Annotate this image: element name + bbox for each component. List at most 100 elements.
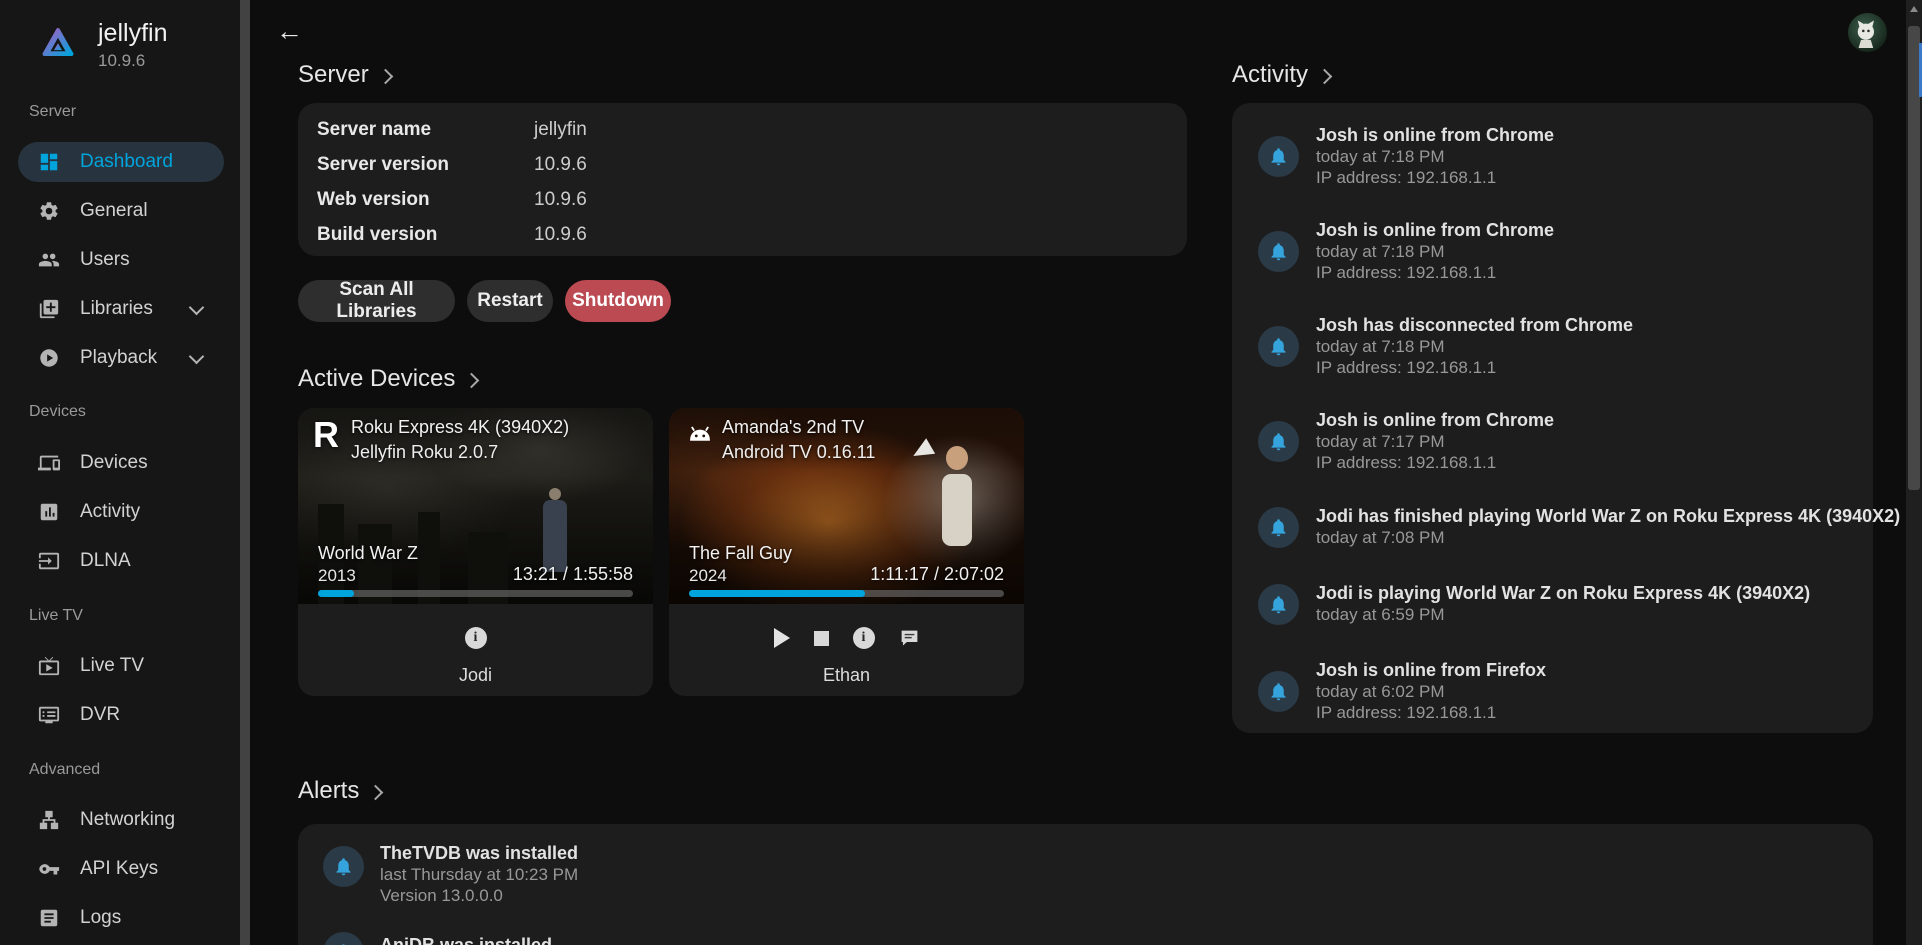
sidebar-scrollbar[interactable] — [240, 0, 250, 945]
alert-entry-title: TheTVDB was installed — [380, 842, 940, 864]
sidebar-item-label: Live TV — [80, 655, 144, 677]
web-version-value: 10.9.6 — [534, 189, 587, 211]
bell-icon — [1258, 231, 1299, 272]
sidebar-item-logs[interactable]: Logs — [18, 898, 224, 938]
server-info-card: Server name jellyfin Server version 10.9… — [298, 103, 1187, 256]
activity-entry-time: today at 7:08 PM — [1316, 527, 1876, 548]
activity-entry-ip: IP address: 192.168.1.1 — [1316, 167, 1876, 188]
alerts-heading[interactable]: Alerts — [298, 777, 381, 805]
media-title: World War Z — [318, 543, 418, 564]
info-icon[interactable]: i — [853, 627, 875, 649]
session-card-roku[interactable]: R Roku Express 4K (3940X2) Jellyfin Roku… — [298, 408, 653, 696]
build-version-value: 10.9.6 — [534, 224, 587, 246]
user-avatar[interactable] — [1848, 13, 1887, 52]
sidebar-item-networking[interactable]: Networking — [18, 800, 224, 840]
chevron-down-icon — [189, 348, 205, 364]
sidebar-item-activity[interactable]: Activity — [18, 492, 224, 532]
nav-section-advanced: Advanced — [29, 761, 100, 779]
scan-all-libraries-button[interactable]: Scan All Libraries — [298, 280, 455, 322]
sidebar-item-playback[interactable]: Playback — [18, 338, 224, 378]
device-name: Amanda's 2nd TV — [722, 417, 864, 438]
nav-section-livetv: Live TV — [29, 607, 83, 625]
sidebar-item-general[interactable]: General — [18, 191, 224, 231]
scrollbar-up-arrow-icon[interactable] — [1910, 6, 1918, 12]
megaphone-shape — [909, 438, 935, 464]
sidebar-item-label: API Keys — [80, 858, 158, 880]
jellyfin-dashboard: jellyfin 10.9.6 Server Dashboard General… — [0, 0, 1922, 945]
sidebar-item-label: Libraries — [80, 298, 153, 320]
activity-entry-time: today at 7:18 PM — [1316, 146, 1876, 167]
activity-entry-ip: IP address: 192.168.1.1 — [1316, 357, 1876, 378]
server-version-label: Server version — [317, 154, 449, 176]
sidebar-item-label: Playback — [80, 347, 157, 369]
activity-entry: Josh is online from Chrome today at 7:18… — [1316, 124, 1876, 188]
server-section-heading[interactable]: Server — [298, 61, 391, 89]
chevron-right-icon — [377, 69, 393, 85]
activity-entry-title: Josh is online from Firefox — [1316, 659, 1876, 681]
sidebar-item-dvr[interactable]: DVR — [18, 695, 224, 735]
alert-entry-time: last Thursday at 10:23 PM — [380, 864, 940, 885]
users-icon — [37, 248, 61, 272]
alert-entry-detail: Version 13.0.0.0 — [380, 885, 940, 906]
network-icon — [37, 808, 61, 832]
activity-entry: Josh is online from Firefox today at 6:0… — [1316, 659, 1876, 723]
activity-entry: Jodi has finished playing World War Z on… — [1316, 505, 1876, 548]
sidebar-item-devices[interactable]: Devices — [18, 443, 224, 483]
sidebar-item-live-tv[interactable]: Live TV — [18, 646, 224, 686]
back-button[interactable]: ← — [276, 16, 303, 47]
active-devices-title: Active Devices — [298, 365, 455, 393]
media-year: 2013 — [318, 566, 356, 586]
key-icon — [37, 857, 61, 881]
sidebar-item-libraries[interactable]: Libraries — [18, 289, 224, 329]
activity-entry-title: Josh has disconnected from Chrome — [1316, 314, 1876, 336]
stop-icon[interactable] — [814, 631, 829, 646]
sidebar-item-dashboard[interactable]: Dashboard — [18, 142, 224, 182]
activity-entry-time: today at 7:18 PM — [1316, 336, 1876, 357]
app-title: jellyfin — [98, 18, 167, 48]
media-backdrop-the-fall-guy: Amanda's 2nd TV Android TV 0.16.11 The F… — [669, 408, 1024, 604]
sidebar-item-label: Activity — [80, 501, 140, 523]
sidebar-item-label: General — [80, 200, 148, 222]
dvr-icon — [37, 703, 61, 727]
sidebar-item-label: Devices — [80, 452, 148, 474]
android-robot-icon — [684, 420, 716, 457]
session-card-android-tv[interactable]: Amanda's 2nd TV Android TV 0.16.11 The F… — [669, 408, 1024, 696]
roku-logo-icon: R — [313, 416, 339, 454]
bell-icon — [323, 932, 364, 945]
active-devices-heading[interactable]: Active Devices — [298, 365, 477, 393]
activity-heading[interactable]: Activity — [1232, 61, 1330, 89]
activity-entry-time: today at 6:02 PM — [1316, 681, 1876, 702]
activity-entry: Josh is online from Chrome today at 7:17… — [1316, 409, 1876, 473]
gear-icon — [37, 199, 61, 223]
playback-progress-bar — [689, 590, 1004, 597]
message-icon[interactable] — [899, 628, 920, 649]
info-icon[interactable]: i — [465, 627, 487, 649]
live-tv-icon — [37, 654, 61, 678]
app-logo-block: jellyfin 10.9.6 — [40, 18, 167, 71]
sidebar-item-label: Dashboard — [80, 151, 173, 173]
activity-panel: Josh is online from Chrome today at 7:18… — [1232, 103, 1873, 733]
activity-entry-title: Josh is online from Chrome — [1316, 124, 1876, 146]
restart-button[interactable]: Restart — [467, 280, 553, 322]
server-section-title: Server — [298, 61, 369, 89]
sidebar-item-api-keys[interactable]: API Keys — [18, 849, 224, 889]
activity-entry: Josh has disconnected from Chrome today … — [1316, 314, 1876, 378]
sidebar-item-dlna[interactable]: DLNA — [18, 541, 224, 581]
device-name: Roku Express 4K (3940X2) — [351, 417, 569, 438]
sidebar-item-label: Networking — [80, 809, 175, 831]
alerts-title: Alerts — [298, 777, 359, 805]
playback-position: 1:11:17 / 2:07:02 — [870, 564, 1004, 585]
playback-position: 13:21 / 1:55:58 — [513, 564, 633, 585]
play-icon[interactable] — [774, 628, 790, 648]
sidebar-item-label: Users — [80, 249, 130, 271]
sidebar-item-users[interactable]: Users — [18, 240, 224, 280]
jellyfin-logo-icon — [40, 24, 76, 60]
activity-entry-title: Josh is online from Chrome — [1316, 409, 1876, 431]
activity-entry-title: Jodi has finished playing World War Z on… — [1316, 505, 1876, 527]
client-version: Jellyfin Roku 2.0.7 — [351, 442, 498, 463]
shutdown-button[interactable]: Shutdown — [565, 280, 671, 322]
app-version: 10.9.6 — [98, 51, 167, 71]
activity-chart-icon — [37, 500, 61, 524]
document-icon — [37, 906, 61, 930]
chevron-right-icon — [464, 373, 480, 389]
